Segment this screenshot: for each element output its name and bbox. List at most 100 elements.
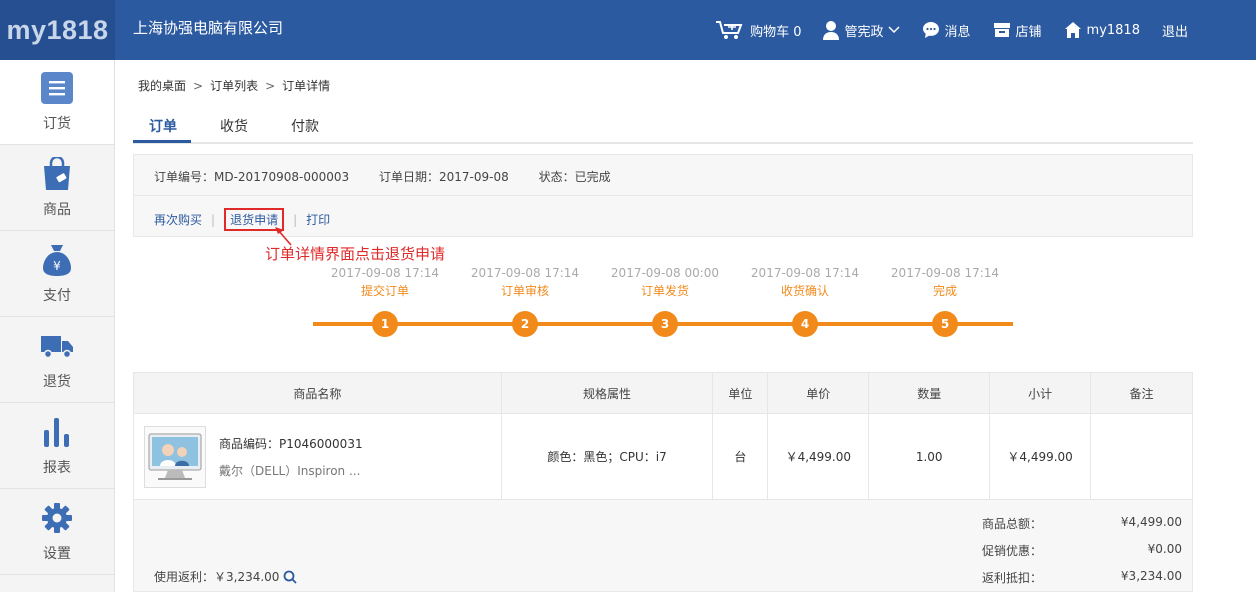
search-icon[interactable]	[283, 570, 298, 584]
rebate-used-text: 使用返利：￥3,234.00	[154, 570, 280, 584]
order-progress-timeline: 2017-09-08 17:14 提交订单 1 2017-09-08 17:14…	[313, 266, 1013, 346]
gear-icon	[40, 501, 74, 535]
timeline-step: 2017-09-08 17:14 提交订单 1	[315, 266, 455, 337]
print-link[interactable]: 打印	[306, 211, 330, 228]
rebate-used: 使用返利：￥3,234.00	[154, 568, 298, 585]
step-date: 2017-09-08 17:14	[470, 266, 580, 280]
step-number: 4	[792, 311, 818, 337]
sidebar-item-label: 商品	[43, 201, 71, 218]
rebate-value: ¥3,234.00	[1120, 569, 1182, 583]
table-header-row: 商品名称 规格属性 单位 单价 数量 小计 备注	[133, 372, 1193, 414]
company-name: 上海协强电脑有限公司	[133, 19, 284, 37]
order-number: 订单编号：MD-20170908-000003	[154, 170, 350, 184]
user-menu[interactable]: 管宪政	[823, 20, 900, 40]
rebate-label: 返利抵扣：	[982, 571, 1043, 585]
divider	[134, 195, 1192, 196]
bar-chart-icon	[40, 415, 74, 449]
price-cell: ￥4,499.00	[767, 413, 870, 500]
store-icon	[993, 23, 1010, 37]
timeline-step: 2017-09-08 17:14 收货确认 4	[735, 266, 875, 337]
step-label: 订单审核	[500, 284, 549, 298]
cart-link[interactable]: 购物车 0	[715, 19, 801, 41]
step-date: 2017-09-08 17:14	[330, 266, 440, 280]
chat-bubble-icon	[922, 22, 939, 38]
truck-icon	[40, 329, 74, 363]
col-header-subtotal: 小计	[989, 372, 1092, 414]
timeline-step: 2017-09-08 17:14 订单审核 2	[455, 266, 595, 337]
step-number: 2	[512, 311, 538, 337]
summary-row-total: 商品总额： ¥4,499.00	[982, 515, 1182, 532]
menu-icon	[40, 71, 74, 105]
order-summary: 使用返利：￥3,234.00 商品总额： ¥4,499.00 促销优惠： ¥0.…	[133, 500, 1193, 592]
home-icon	[1064, 22, 1081, 38]
step-date: 2017-09-08 17:14	[890, 266, 1000, 280]
cart-label: 购物车 0	[750, 24, 802, 40]
user-icon	[823, 21, 840, 40]
sidebar-item-report[interactable]: 报表	[0, 403, 114, 489]
tab-receipt[interactable]: 收货	[220, 116, 248, 136]
rebuy-link[interactable]: 再次购买	[154, 211, 202, 228]
logout-link[interactable]: 退出	[1162, 21, 1188, 40]
total-label: 商品总额：	[982, 517, 1043, 531]
breadcrumb-separator: >	[265, 79, 276, 93]
unit-cell: 台	[712, 413, 769, 500]
sidebar-item-label: 支付	[43, 287, 71, 304]
home-label: my1818	[1086, 22, 1140, 38]
col-header-unit: 单位	[712, 372, 769, 414]
chevron-down-icon	[887, 26, 900, 34]
spec-cell: 颜色：黑色；CPU：i7	[500, 413, 714, 500]
summary-row-promo: 促销优惠： ¥0.00	[982, 542, 1182, 559]
top-bar: my1818 上海协强电脑有限公司 购物车 0 管宪政 消息 店铺 my1818…	[0, 0, 1256, 60]
order-date: 订单日期：2017-09-08	[378, 170, 509, 184]
step-label: 收货确认	[780, 284, 829, 298]
order-info-row: 订单编号：MD-20170908-000003 订单日期：2017-09-08 …	[154, 168, 637, 185]
timeline-step: 2017-09-08 17:14 完成 5	[875, 266, 1015, 337]
breadcrumb: 我的桌面 > 订单列表 > 订单详情	[138, 77, 330, 94]
tab-payment[interactable]: 付款	[291, 116, 319, 136]
sidebar-item-order[interactable]: 订货	[0, 60, 114, 145]
sidebar-item-payment[interactable]: ¥ 支付	[0, 231, 114, 317]
store-link[interactable]: 店铺	[993, 21, 1042, 40]
qty-cell: 1.00	[868, 413, 991, 500]
col-header-price: 单价	[767, 372, 870, 414]
product-code: 商品编码：P1046000031	[219, 436, 363, 451]
summary-row-rebate: 返利抵扣： ¥3,234.00	[982, 569, 1182, 586]
note-cell	[1090, 413, 1193, 500]
money-bag-icon: ¥	[40, 243, 74, 277]
col-header-spec: 规格属性	[500, 372, 714, 414]
total-value: ¥4,499.00	[1120, 515, 1182, 529]
logo[interactable]: my1818	[0, 0, 115, 60]
breadcrumb-order-list[interactable]: 订单列表	[210, 79, 258, 93]
tab-order[interactable]: 订单	[149, 116, 177, 136]
step-date: 2017-09-08 00:00	[610, 266, 720, 280]
sidebar-item-settings[interactable]: 设置	[0, 489, 114, 575]
sidebar-item-return[interactable]: 退货	[0, 317, 114, 403]
sidebar-item-label: 退货	[43, 373, 71, 390]
sidebar-item-goods[interactable]: 商品	[0, 145, 114, 231]
step-number: 3	[652, 311, 678, 337]
col-header-product: 商品名称	[133, 372, 502, 414]
product-thumbnail[interactable]	[144, 425, 206, 488]
subtotal-cell: ￥4,499.00	[989, 413, 1092, 500]
step-number: 1	[372, 311, 398, 337]
home-link[interactable]: my1818	[1064, 21, 1140, 39]
step-date: 2017-09-08 17:14	[750, 266, 860, 280]
top-nav: 购物车 0 管宪政 消息 店铺 my1818 退出	[693, 0, 1188, 60]
sidebar: 订货 商品 ¥ 支付 退货 报表 设置	[0, 60, 115, 592]
store-label: 店铺	[1015, 24, 1042, 40]
promo-label: 促销优惠：	[982, 544, 1043, 558]
cart-icon	[716, 21, 743, 39]
step-label: 订单发货	[640, 284, 689, 298]
product-cell: 商品编码：P1046000031 戴尔（DELL）Inspiron ...	[133, 413, 502, 500]
order-actions: 再次购买 | 退货申请 | 打印	[154, 208, 330, 231]
sidebar-item-label: 设置	[43, 545, 71, 562]
col-header-qty: 数量	[868, 372, 991, 414]
breadcrumb-desktop[interactable]: 我的桌面	[138, 79, 186, 93]
product-name[interactable]: 戴尔（DELL）Inspiron ...	[219, 462, 363, 479]
order-items-table: 商品名称 规格属性 单位 单价 数量 小计 备注 商品编码：P104600003…	[133, 372, 1193, 500]
logout-label: 退出	[1161, 24, 1188, 40]
breadcrumb-order-detail: 订单详情	[282, 79, 331, 93]
messages-link[interactable]: 消息	[922, 21, 971, 40]
col-header-note: 备注	[1090, 372, 1193, 414]
annotation-text: 订单详情界面点击退货申请	[265, 245, 446, 263]
